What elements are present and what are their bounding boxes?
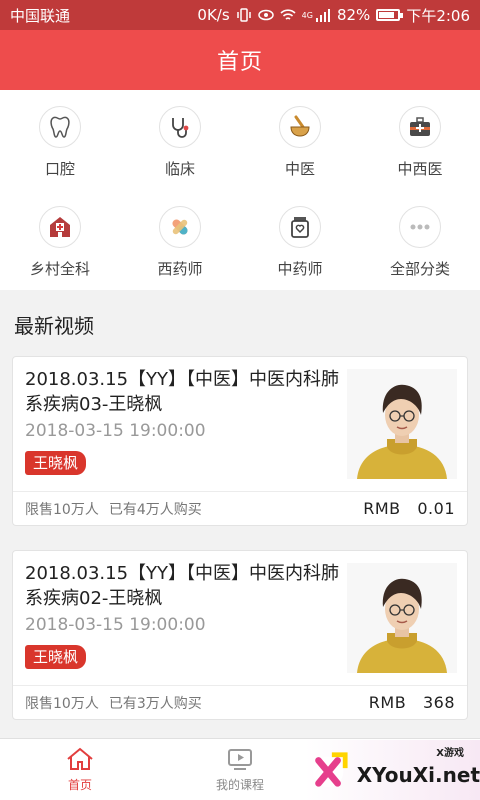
medical-kit-icon — [399, 106, 441, 148]
status-bar: 中国联通 0K/s 4G 82% 下午2:06 — [0, 0, 480, 30]
category-item-xiyaoshi[interactable]: 西药师 — [120, 190, 240, 290]
tab-label: 我的课程 — [215, 778, 264, 792]
net-speed: 0K/s — [197, 6, 230, 24]
tooth-icon — [39, 106, 81, 148]
category-label: 临床 — [164, 160, 195, 178]
video-time: 2018-03-15 19:00:00 — [25, 421, 206, 441]
status-icons: 0K/s 4G 82% 下午2:06 — [197, 5, 470, 26]
category-label: 中医 — [284, 160, 315, 178]
clock: 下午2:06 — [406, 6, 470, 25]
category-label: 口腔 — [44, 160, 75, 178]
more-icon — [399, 206, 441, 248]
sold-count: 已有4万人购买 — [108, 501, 202, 518]
teacher-tag: 王晓枫 — [25, 451, 87, 475]
category-item-xiangcun[interactable]: 乡村全科 — [0, 190, 120, 290]
category-label: 中西医 — [397, 160, 443, 178]
category-item-all[interactable]: 全部分类 — [360, 190, 480, 290]
watermark-logo-icon — [312, 752, 348, 788]
video-footer: 限售10万人 已有3万人购买 RMB 368 — [13, 685, 467, 719]
category-item-kouqiang[interactable]: 口腔 — [0, 90, 120, 190]
price: RMB 368 — [368, 693, 455, 712]
carrier-name: 中国联通 — [10, 6, 71, 25]
category-label: 西药师 — [157, 260, 203, 278]
video-time: 2018-03-15 19:00:00 — [25, 615, 206, 635]
category-item-zhongxiyi[interactable]: 中西医 — [360, 90, 480, 190]
battery-percent: 82% — [336, 6, 371, 24]
sold-count: 已有3万人购买 — [108, 695, 202, 712]
eye-icon — [257, 9, 274, 21]
header-bar: 首页 — [0, 30, 480, 90]
page-title: 首页 — [216, 50, 263, 75]
sale-limit: 限售10万人 — [25, 695, 99, 712]
category-label: 乡村全科 — [29, 260, 90, 278]
sale-limit: 限售10万人 — [25, 501, 99, 518]
price: RMB 0.01 — [363, 499, 455, 518]
category-grid: 口腔 临床 中医 中西医 乡村全科 西药师 中药师 全部分类 — [0, 90, 480, 290]
home-icon — [67, 747, 93, 770]
signal-icon — [315, 9, 330, 22]
video-thumbnail — [347, 369, 457, 479]
stethoscope-icon — [159, 106, 201, 148]
hospital-icon — [39, 206, 81, 248]
watermark-text: XYouXi.net — [356, 763, 480, 787]
video-title: 2018.03.15【YY】【中医】中医内科肺系疾病03-王晓枫 — [25, 369, 340, 415]
battery-icon — [376, 9, 404, 21]
watermark-small-text: X游戏 — [436, 748, 464, 759]
wifi-icon — [280, 9, 296, 20]
category-item-linchuang[interactable]: 临床 — [120, 90, 240, 190]
category-label: 全部分类 — [389, 260, 450, 278]
category-item-zhongyi[interactable]: 中医 — [240, 90, 360, 190]
category-label: 中药师 — [277, 260, 323, 278]
watermark: XYouXi.net X游戏 — [305, 740, 480, 800]
category-item-zhongyaoshi[interactable]: 中药师 — [240, 190, 360, 290]
teacher-tag: 王晓枫 — [25, 645, 87, 669]
tab-label: 首页 — [67, 778, 92, 792]
medicine-jar-icon — [279, 206, 321, 248]
network-type: 4G — [301, 10, 313, 20]
video-title: 2018.03.15【YY】【中医】中医内科肺系疾病02-王晓枫 — [25, 563, 340, 609]
tab-home[interactable]: 首页 — [0, 739, 160, 800]
pill-icon — [159, 206, 201, 248]
mortar-pestle-icon — [279, 106, 321, 148]
video-course-icon — [228, 749, 252, 770]
video-card[interactable]: 2018.03.15【YY】【中医】中医内科肺系疾病02-王晓枫 2018-03… — [12, 550, 468, 720]
video-thumbnail — [347, 563, 457, 673]
section-title: 最新视频 — [14, 314, 94, 338]
tab-my-courses[interactable]: 我的课程 — [160, 739, 320, 800]
video-footer: 限售10万人 已有4万人购买 RMB 0.01 — [13, 491, 467, 525]
vibrate-icon — [236, 8, 251, 22]
video-card[interactable]: 2018.03.15【YY】【中医】中医内科肺系疾病03-王晓枫 2018-03… — [12, 356, 468, 526]
